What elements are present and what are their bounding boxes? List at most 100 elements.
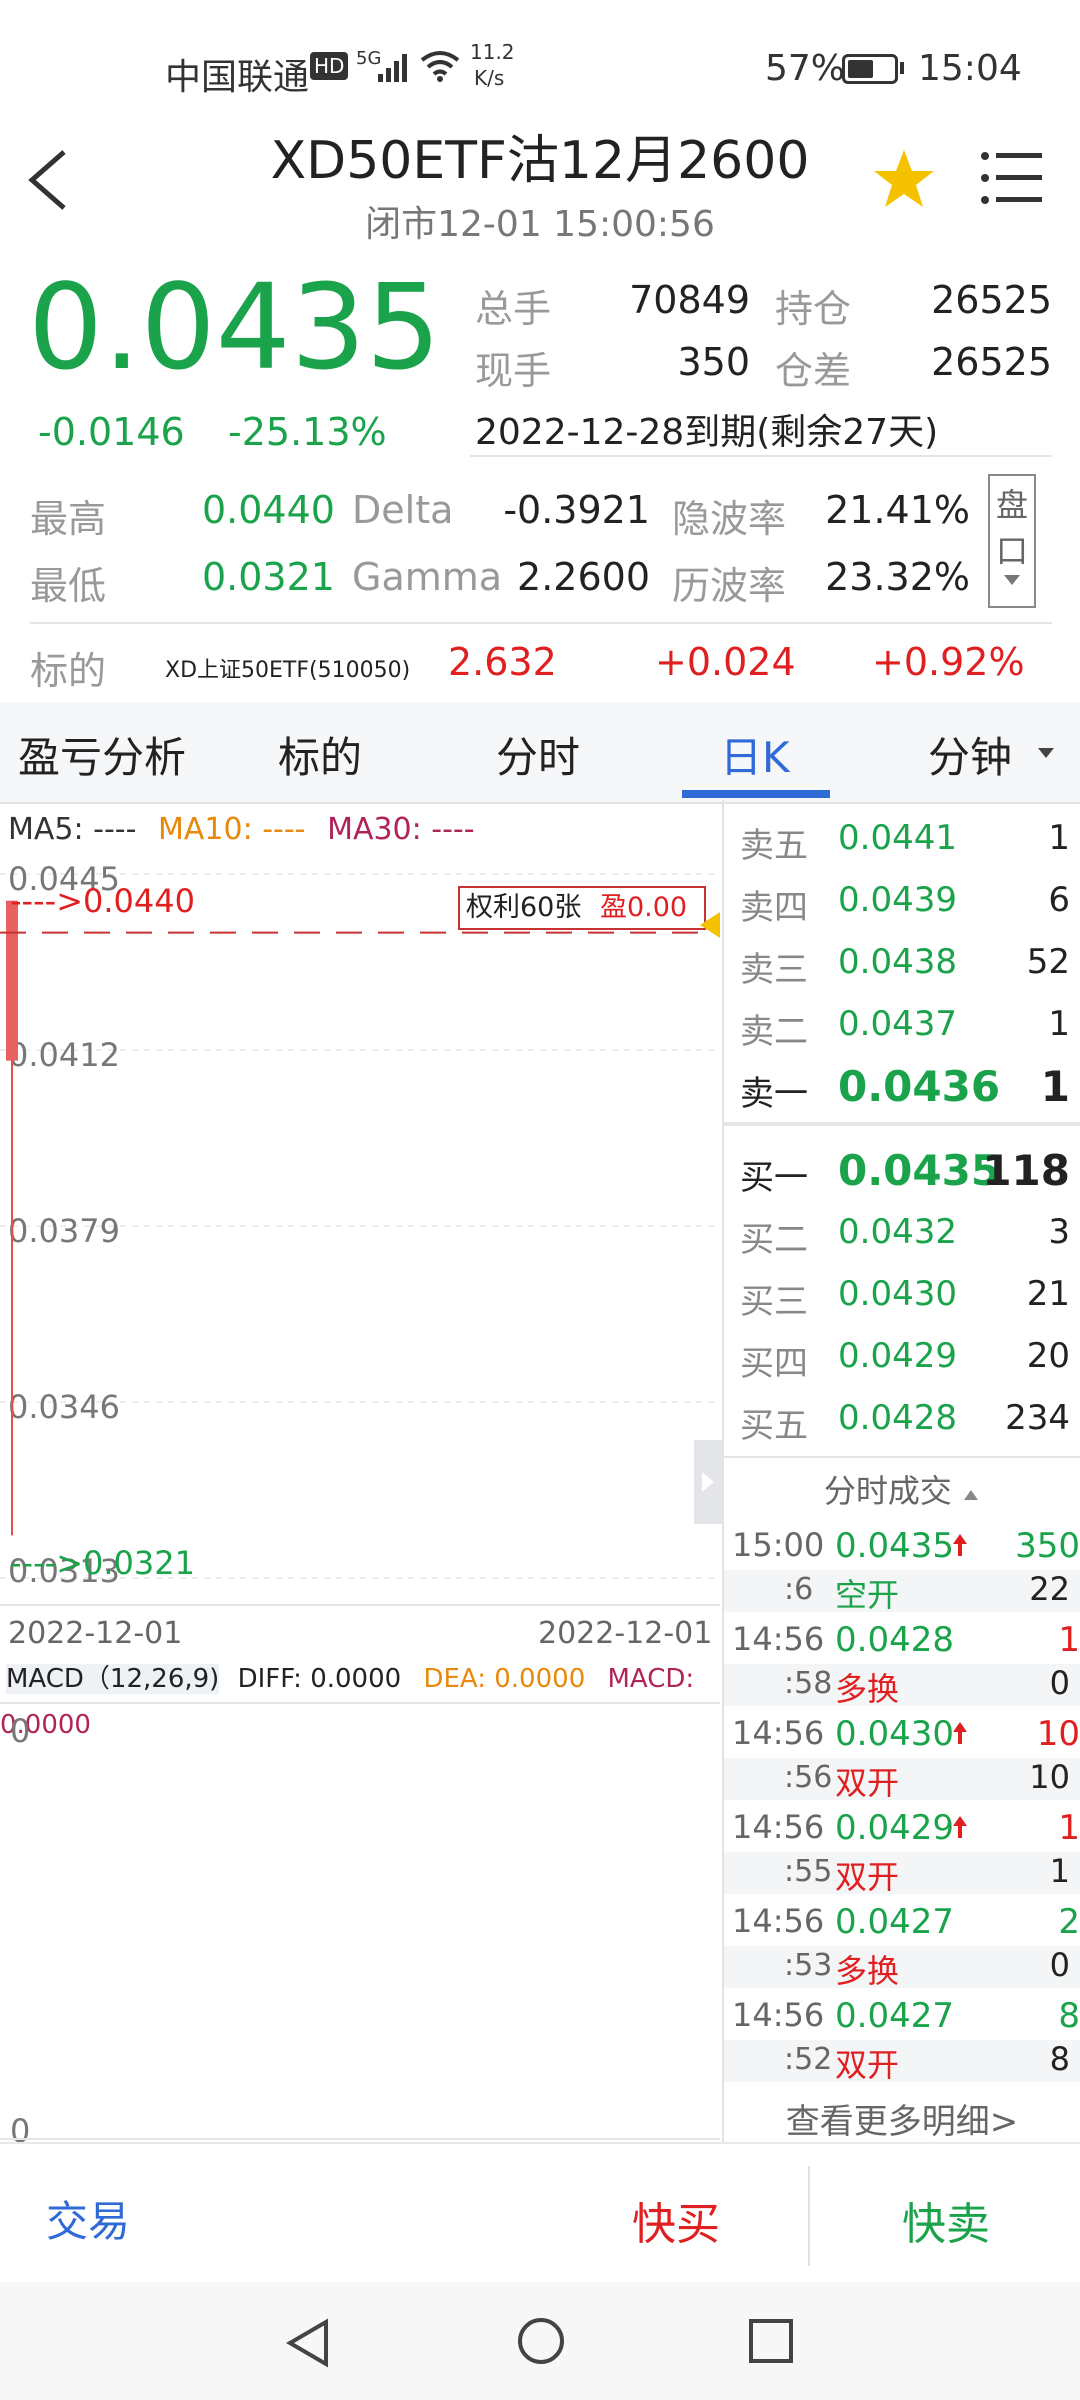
trade-price: 0.0429: [835, 1808, 954, 1848]
favorite-star-icon[interactable]: [872, 148, 936, 210]
more-details-link[interactable]: 查看更多明细>: [724, 2094, 1080, 2143]
ma10-label: MA10: ----: [157, 812, 306, 847]
trade-type: 双开: [835, 2046, 900, 2084]
ask-row[interactable]: 卖一 0.0436 1: [740, 1062, 1080, 1128]
date-left: 2022-12-01: [8, 1616, 183, 1651]
level-price: 0.0441: [838, 818, 957, 858]
date-right: 2022-12-01: [538, 1616, 713, 1651]
ask-row[interactable]: 卖四 0.0439 6: [740, 880, 1080, 942]
tab-intraday[interactable]: 分时: [496, 724, 580, 785]
level-label: 买二: [740, 1220, 808, 1260]
trade-button[interactable]: 交易: [46, 2188, 130, 2249]
trade-type: 空开: [835, 1576, 900, 1614]
nav-home-icon[interactable]: [516, 2316, 566, 2366]
trade-time: 14:56: [732, 1714, 825, 1752]
level-label: 卖一: [740, 1074, 808, 1114]
gamma-value: 2.2600: [517, 555, 650, 599]
price-change: -0.0146: [38, 410, 185, 454]
dea-value: DEA: 0.0000: [423, 1664, 586, 1694]
trade-type: 多换: [835, 1670, 900, 1708]
bid-row[interactable]: 买五 0.0428 234: [740, 1398, 1080, 1460]
trade-seconds: :52: [784, 2042, 833, 2077]
trade-open-interest-change: 8: [1049, 2040, 1070, 2078]
trade-seconds: :58: [784, 1666, 833, 1701]
current-volume-label: 现手: [475, 349, 552, 393]
bid-row[interactable]: 买四 0.0429 20: [740, 1336, 1080, 1398]
ma-legend: MA5: ---- MA10: ---- MA30: ----: [8, 812, 475, 847]
trade-type: 多换: [835, 1952, 900, 1990]
net-speed-value: 11.2: [470, 40, 515, 64]
ask-row[interactable]: 卖五 0.0441 1: [740, 818, 1080, 880]
level-price: 0.0430: [838, 1274, 957, 1314]
clock: 15:04: [918, 48, 1022, 89]
nav-back-icon[interactable]: [286, 2318, 330, 2368]
high-marker: ---->0.0440: [10, 882, 195, 920]
trade-volume: 1: [1058, 1808, 1080, 1848]
underlying-label: 标的: [30, 649, 107, 693]
pankou-label-2: 口: [995, 532, 1028, 570]
level-volume: 234: [1005, 1398, 1070, 1438]
trade-volume: 2: [1058, 1902, 1080, 1942]
pankou-toggle-button[interactable]: 盘 口: [988, 474, 1036, 608]
total-volume: 70849: [629, 278, 750, 322]
trade-price: 0.0430: [835, 1714, 954, 1754]
current-volume: 350: [677, 340, 750, 384]
trade-time: 14:56: [732, 1902, 825, 1940]
tab-daily-k[interactable]: 日K: [720, 724, 790, 785]
bid-row[interactable]: 买三 0.0430 21: [740, 1274, 1080, 1336]
nav-recents-icon[interactable]: [748, 2318, 794, 2364]
quick-buy-button[interactable]: 快买: [632, 2188, 720, 2252]
hv-value: 23.32%: [825, 555, 970, 599]
underlying-change-pct: +0.92%: [872, 640, 1025, 684]
minute-dropdown-icon[interactable]: [1036, 746, 1056, 760]
trade-open-interest-change: 1: [1049, 1852, 1070, 1890]
trade-price: 0.0435: [835, 1526, 954, 1566]
trade-price: 0.0427: [835, 1902, 954, 1942]
ma5-label: MA5: ----: [8, 812, 137, 847]
level-label: 卖四: [740, 888, 808, 928]
macd-params[interactable]: MACD（12,26,9): [6, 1664, 220, 1694]
level-price: 0.0438: [838, 942, 957, 982]
expand-panel-handle[interactable]: [694, 1440, 722, 1524]
tab-pl-analysis[interactable]: 盈亏分析: [18, 724, 186, 785]
menu-icon[interactable]: [980, 150, 1042, 206]
level-price: 0.0429: [838, 1336, 957, 1376]
tab-underlying[interactable]: 标的: [278, 724, 362, 785]
quick-sell-button[interactable]: 快卖: [902, 2188, 990, 2252]
level-volume: 3: [1048, 1212, 1070, 1252]
active-tab-indicator: [682, 790, 830, 798]
bid-row[interactable]: 买一 0.0435 118: [740, 1146, 1080, 1212]
level-price: 0.0439: [838, 880, 957, 920]
last-price: 0.0435: [28, 258, 441, 396]
trade-type: 双开: [835, 1858, 900, 1896]
trade-seconds: :53: [784, 1948, 833, 1983]
underlying-name[interactable]: XD上证50ETF(510050): [165, 652, 410, 684]
trade-seconds: :55: [784, 1854, 833, 1889]
signal-icon: [378, 54, 407, 82]
system-nav-bar: [0, 2282, 1080, 2400]
candle-body: [6, 900, 18, 1061]
ma30-label: MA30: ----: [327, 812, 475, 847]
tab-minute[interactable]: 分钟: [928, 724, 1012, 785]
level-label: 买一: [740, 1158, 808, 1198]
open-interest-label: 持仓: [775, 287, 852, 331]
total-volume-label: 总手: [475, 287, 552, 331]
level-volume: 6: [1048, 880, 1070, 920]
ask-row[interactable]: 卖二 0.0437 1: [740, 1004, 1080, 1066]
caret-up-icon: [964, 1490, 979, 1500]
diff-value: DIFF: 0.0000: [237, 1664, 402, 1694]
trade-time: 14:56: [732, 1620, 825, 1658]
wifi-icon: [420, 51, 460, 82]
ask-row[interactable]: 卖三 0.0438 52: [740, 942, 1080, 1004]
trade-time: 14:56: [732, 1808, 825, 1846]
expiry-info: 2022-12-28到期(剩余27天): [475, 412, 939, 453]
level-volume: 1: [1040, 1062, 1070, 1111]
trade-open-interest-change: 0: [1049, 1946, 1070, 1984]
y-tick-label: 0.0412: [8, 1036, 120, 1074]
bid-row[interactable]: 买二 0.0432 3: [740, 1212, 1080, 1274]
trades-header[interactable]: 分时成交: [724, 1466, 1080, 1512]
macd-legend: MACD（12,26,9) DIFF: 0.0000 DEA: 0.0000 M…: [0, 1656, 720, 1740]
level-label: 买三: [740, 1282, 808, 1322]
level-volume: 21: [1026, 1274, 1070, 1314]
position-box[interactable]: 权利60张 盈0.00: [458, 886, 706, 930]
